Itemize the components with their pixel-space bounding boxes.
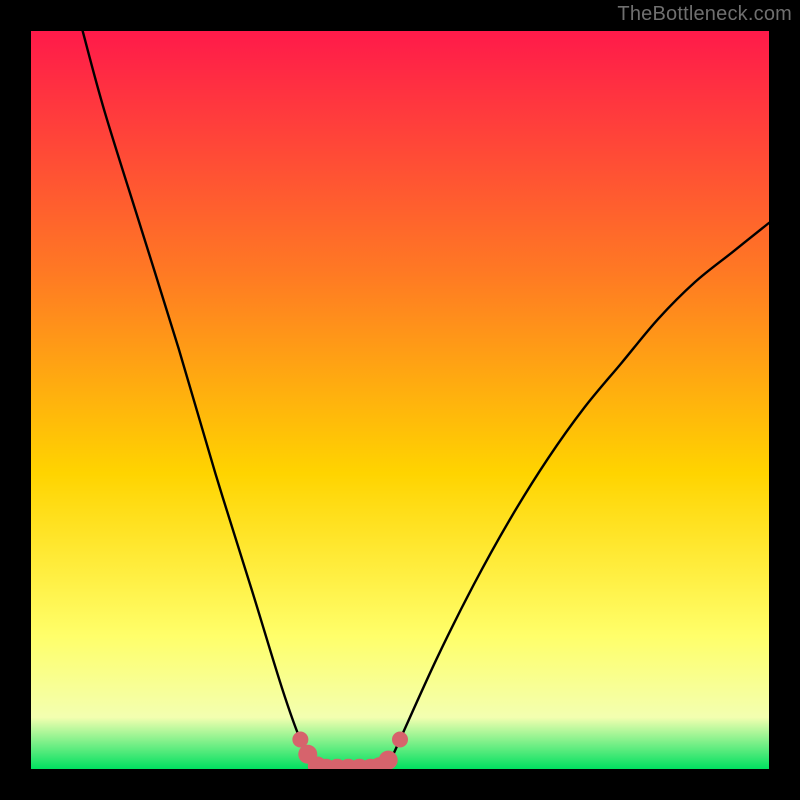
watermark-text: TheBottleneck.com [617,3,792,26]
data-marker [392,731,408,747]
data-marker [379,751,398,769]
chart-frame: TheBottleneck.com [0,0,800,800]
plot-area [31,31,769,769]
gradient-background [31,31,769,769]
bottleneck-chart-svg [31,31,769,769]
